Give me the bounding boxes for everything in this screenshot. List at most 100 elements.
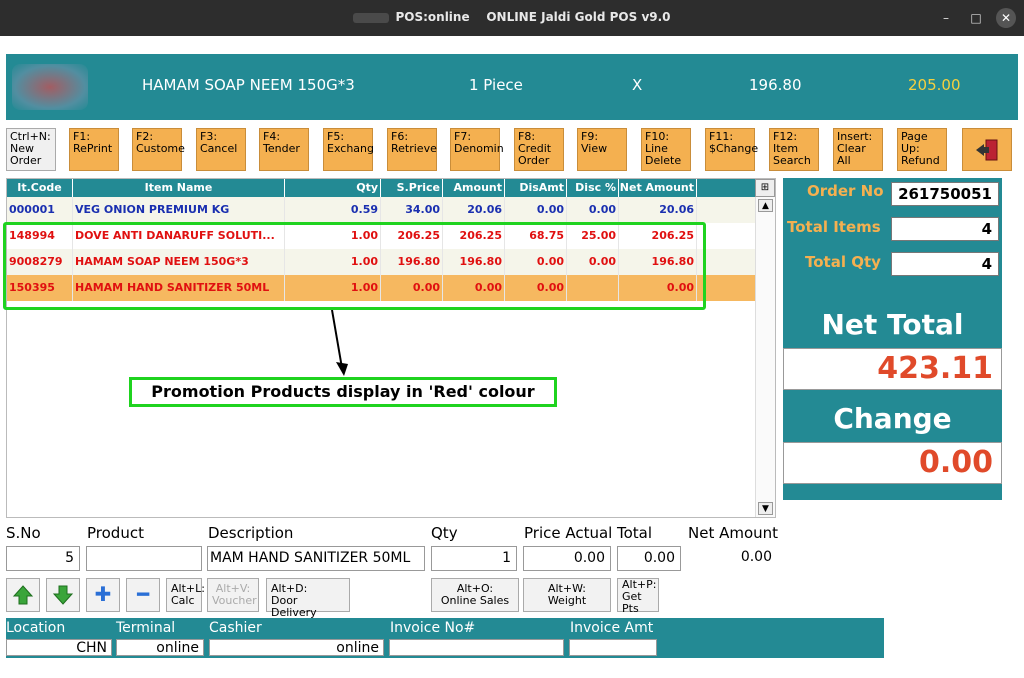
header-item-name: HAMAM SOAP NEEM 150G*3 <box>142 76 355 94</box>
column-header-net[interactable]: Net Amount <box>619 179 697 197</box>
arrow-down-icon <box>52 585 74 605</box>
scroll-up-icon[interactable]: ▲ <box>758 199 773 212</box>
cell-net: 20.06 <box>619 197 697 223</box>
arrow-up-icon <box>12 585 34 605</box>
blurred-username <box>353 12 390 23</box>
cell-disc: 0.00 <box>567 197 619 223</box>
window-title: POS:online ONLINE Jaldi Gold POS v9.0 <box>0 10 1024 24</box>
sno-field[interactable]: 5 <box>6 546 80 571</box>
annotation-arrow <box>331 310 348 376</box>
window-title-app: ONLINE Jaldi Gold POS v9.0 <box>486 10 671 24</box>
terminal-value: online <box>116 639 204 656</box>
cashier-value: online <box>209 639 384 656</box>
scroll-down-icon[interactable]: ▼ <box>758 502 773 515</box>
cell-qty: 0.59 <box>285 197 381 223</box>
total-label: Total <box>617 524 653 542</box>
net-amount-label: Net Amount <box>688 524 779 542</box>
column-header-name[interactable]: Item Name <box>73 179 285 197</box>
price-actual-label: Price Actual <box>524 524 613 542</box>
move-down-button[interactable] <box>46 578 80 612</box>
weight-button[interactable]: Alt+W: Weight <box>523 578 611 612</box>
terminal-label: Terminal <box>116 620 176 636</box>
toolbar-button-10[interactable]: F10: Line Delete <box>641 128 691 171</box>
header-uom: 1 Piece <box>469 76 523 94</box>
toolbar-button-0[interactable]: Ctrl+N: New Order <box>6 128 56 171</box>
qty-field[interactable]: 1 <box>431 546 517 571</box>
product-label: Product <box>87 524 144 542</box>
move-up-button[interactable] <box>6 578 40 612</box>
toolbar-button-14[interactable]: Page Up: Refund <box>897 128 947 171</box>
cell-name: VEG ONION PREMIUM KG <box>73 197 285 223</box>
toolbar-button-4[interactable]: F4: Tender <box>259 128 309 171</box>
calc-button[interactable]: Alt+L: Calc <box>166 578 205 612</box>
location-label: Location <box>6 620 66 636</box>
header-times: X <box>632 76 643 94</box>
cashier-label: Cashier <box>209 620 262 636</box>
qty-label: Qty <box>431 524 458 542</box>
total-field[interactable]: 0.00 <box>617 546 681 571</box>
column-header-amount[interactable]: Amount <box>443 179 505 197</box>
plus-icon[interactable]: ✚ <box>86 578 120 612</box>
cell-sprice: 34.00 <box>381 197 443 223</box>
voucher-button[interactable]: Alt+V: Voucher <box>207 578 259 612</box>
column-header-disc[interactable]: Disc % <box>567 179 619 197</box>
minus-icon[interactable]: ━ <box>126 578 160 612</box>
header-total: 205.00 <box>908 76 961 94</box>
total-items-value: 4 <box>891 217 999 241</box>
net-total-value: 423.11 <box>783 348 1002 390</box>
door-delivery-button[interactable]: Alt+D: Door Delivery <box>266 578 350 619</box>
window-title-pos: POS:online <box>395 10 470 24</box>
table-row[interactable]: 000001 VEG ONION PREMIUM KG 0.59 34.00 20.06… <box>7 197 755 223</box>
order-no-label: Order No <box>807 182 884 200</box>
toolbar-button-13[interactable]: Insert: Clear All <box>833 128 883 171</box>
column-chooser-icon[interactable]: ⊞ <box>755 179 775 197</box>
cell-disamt: 0.00 <box>505 197 567 223</box>
total-items-label: Total Items <box>787 218 881 236</box>
description-label: Description <box>208 524 294 542</box>
close-icon[interactable]: ✕ <box>996 8 1016 28</box>
toolbar-button-12[interactable]: F12: Item Search <box>769 128 819 171</box>
sno-label: S.No <box>6 524 41 542</box>
invoice-no-label: Invoice No# <box>390 620 476 636</box>
minimize-icon[interactable]: – <box>936 8 956 28</box>
column-header-sprice[interactable]: S.Price <box>381 179 443 197</box>
location-value: CHN <box>6 639 112 656</box>
promotion-highlight-box <box>3 222 706 310</box>
column-header-code[interactable]: It.Code <box>7 179 73 197</box>
get-pts-button[interactable]: Alt+P: Get Pts <box>617 578 659 615</box>
toolbar-button-3[interactable]: F3: Cancel <box>196 128 246 171</box>
toolbar-button-2[interactable]: F2: Custome <box>132 128 185 171</box>
change-label: Change <box>833 402 952 435</box>
toolbar-button-5[interactable]: F5: Exchang <box>323 128 374 171</box>
invoice-no-value <box>389 639 564 656</box>
toolbar-button-7[interactable]: F7: Denomin <box>450 128 504 171</box>
net-total-label: Net Total <box>821 308 964 341</box>
price-actual-field[interactable]: 0.00 <box>523 546 611 571</box>
total-qty-label: Total Qty <box>805 253 881 271</box>
toolbar-button-8[interactable]: F8: Credit Order <box>514 128 564 171</box>
change-value: 0.00 <box>783 442 1002 484</box>
maximize-icon[interactable]: □ <box>966 8 986 28</box>
toolbar-button-9[interactable]: F9: View <box>577 128 627 171</box>
current-item-header: HAMAM SOAP NEEM 150G*3 1 Piece X 196.80 … <box>6 54 1018 120</box>
toolbar-button-1[interactable]: F1: RePrint <box>69 128 119 171</box>
toolbar-button-11[interactable]: F11: $Change <box>705 128 758 171</box>
store-logo <box>12 64 88 110</box>
grid-header: It.Code Item Name Qty S.Price Amount DisAmt Di… <box>7 179 755 197</box>
toolbar-button-6[interactable]: F6: Retrieve <box>387 128 437 171</box>
exit-button[interactable] <box>962 128 1012 171</box>
product-field[interactable] <box>86 546 202 571</box>
status-footer: Location Terminal Cashier Invoice No# In… <box>6 618 884 658</box>
online-sales-button[interactable]: Alt+O: Online Sales <box>431 578 519 612</box>
invoice-amt-value <box>569 639 657 656</box>
grid-scrollbar[interactable]: ▲ ▼ <box>755 197 775 517</box>
column-header-disamt[interactable]: DisAmt <box>505 179 567 197</box>
description-field[interactable]: MAM HAND SANITIZER 50ML <box>207 546 425 571</box>
order-no-value: 261750051 <box>891 182 999 206</box>
cell-code: 000001 <box>7 197 73 223</box>
column-header-qty[interactable]: Qty <box>285 179 381 197</box>
promotion-annotation: Promotion Products display in 'Red' colo… <box>129 377 557 407</box>
window-titlebar: POS:online ONLINE Jaldi Gold POS v9.0 – … <box>0 0 1024 36</box>
net-amount-field: 0.00 <box>687 546 777 571</box>
summary-panel: Order No 261750051 Total Items 4 Total Q… <box>783 178 1002 500</box>
